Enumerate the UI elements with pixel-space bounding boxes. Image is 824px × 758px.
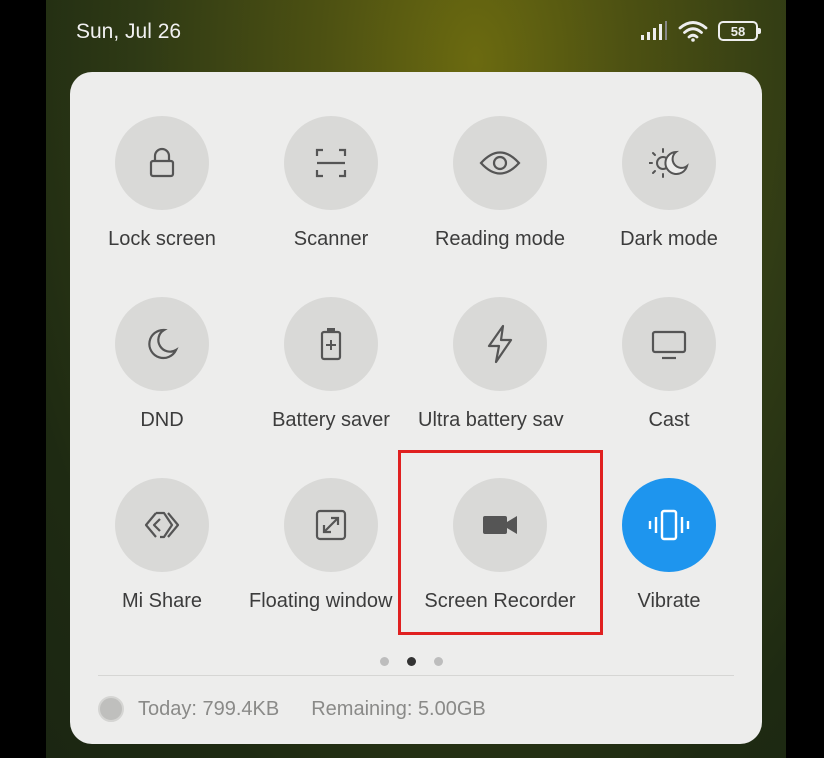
tile-dnd[interactable]: DND bbox=[76, 297, 248, 447]
vibrate-icon bbox=[648, 509, 690, 541]
dark-mode-icon bbox=[649, 148, 689, 178]
tile-mi-share-button[interactable] bbox=[115, 478, 209, 572]
status-icons: 58 bbox=[640, 20, 761, 42]
tile-ultra-battery-saver[interactable]: Ultra battery sav bbox=[414, 297, 586, 447]
status-date: Sun, Jul 26 bbox=[76, 20, 182, 43]
tile-label: Battery saver bbox=[272, 409, 390, 431]
tile-battery-saver[interactable]: Battery saver bbox=[245, 297, 417, 447]
data-usage[interactable]: Today: 799.4KB Remaining: 5.00GB bbox=[98, 696, 486, 722]
eye-icon bbox=[479, 151, 521, 175]
battery-icon: 58 bbox=[718, 21, 761, 41]
usage-remaining: Remaining: 5.00GB bbox=[311, 697, 486, 720]
tile-floating-window[interactable]: Floating window bbox=[245, 478, 417, 628]
tile-label: Mi Share bbox=[121, 590, 203, 612]
tile-floating-window-button[interactable] bbox=[284, 478, 378, 572]
tile-cast[interactable]: Cast bbox=[583, 297, 755, 447]
floating-window-icon bbox=[315, 509, 347, 541]
phone-screen: Sun, Jul 26 58 Lock screen Scanner Readi… bbox=[46, 0, 786, 758]
tile-reading-mode[interactable]: Reading mode bbox=[414, 116, 586, 266]
tile-label: Lock screen bbox=[108, 228, 216, 250]
tile-label: Floating window bbox=[249, 590, 393, 612]
wifi-icon bbox=[678, 21, 708, 42]
tile-label: Cast bbox=[648, 409, 690, 431]
page-dot[interactable] bbox=[380, 657, 389, 666]
tile-dark-mode-button[interactable] bbox=[622, 116, 716, 210]
tile-lock-screen-button[interactable] bbox=[115, 116, 209, 210]
tile-label: Vibrate bbox=[637, 590, 701, 612]
monitor-icon bbox=[651, 330, 687, 360]
highlight-box bbox=[398, 450, 603, 635]
tile-label: Ultra battery sav bbox=[418, 409, 564, 431]
lightning-icon bbox=[487, 324, 513, 364]
battery-level: 58 bbox=[730, 23, 746, 39]
tile-ultra-battery-saver-button[interactable] bbox=[453, 297, 547, 391]
tile-label: Dark mode bbox=[620, 228, 718, 250]
tile-label: DND bbox=[140, 409, 184, 431]
divider bbox=[98, 675, 734, 676]
battery-saver-icon bbox=[320, 328, 342, 361]
tile-label: Scanner bbox=[293, 228, 369, 250]
tile-dark-mode[interactable]: Dark mode bbox=[583, 116, 755, 266]
page-indicator bbox=[380, 657, 443, 666]
tile-reading-mode-button[interactable] bbox=[453, 116, 547, 210]
quick-settings-panel: Lock screen Scanner Reading mode Dark mo… bbox=[70, 72, 762, 744]
data-usage-ring-icon bbox=[98, 696, 124, 722]
signal-icon bbox=[641, 21, 667, 40]
tile-scanner[interactable]: Scanner bbox=[245, 116, 417, 266]
lock-icon bbox=[149, 147, 175, 178]
scanner-icon bbox=[315, 148, 347, 178]
moon-icon bbox=[148, 328, 179, 360]
tile-battery-saver-button[interactable] bbox=[284, 297, 378, 391]
usage-today: Today: 799.4KB bbox=[138, 697, 280, 720]
mi-share-icon bbox=[144, 511, 180, 539]
tile-mi-share[interactable]: Mi Share bbox=[76, 478, 248, 628]
tile-vibrate[interactable]: Vibrate bbox=[583, 478, 755, 628]
tile-lock-screen[interactable]: Lock screen bbox=[76, 116, 248, 266]
page-dot[interactable] bbox=[434, 657, 443, 666]
tile-scanner-button[interactable] bbox=[284, 116, 378, 210]
page-dot-active[interactable] bbox=[407, 657, 416, 666]
tile-cast-button[interactable] bbox=[622, 297, 716, 391]
tile-dnd-button[interactable] bbox=[115, 297, 209, 391]
tile-label: Reading mode bbox=[434, 228, 566, 250]
tile-vibrate-button[interactable] bbox=[622, 478, 716, 572]
